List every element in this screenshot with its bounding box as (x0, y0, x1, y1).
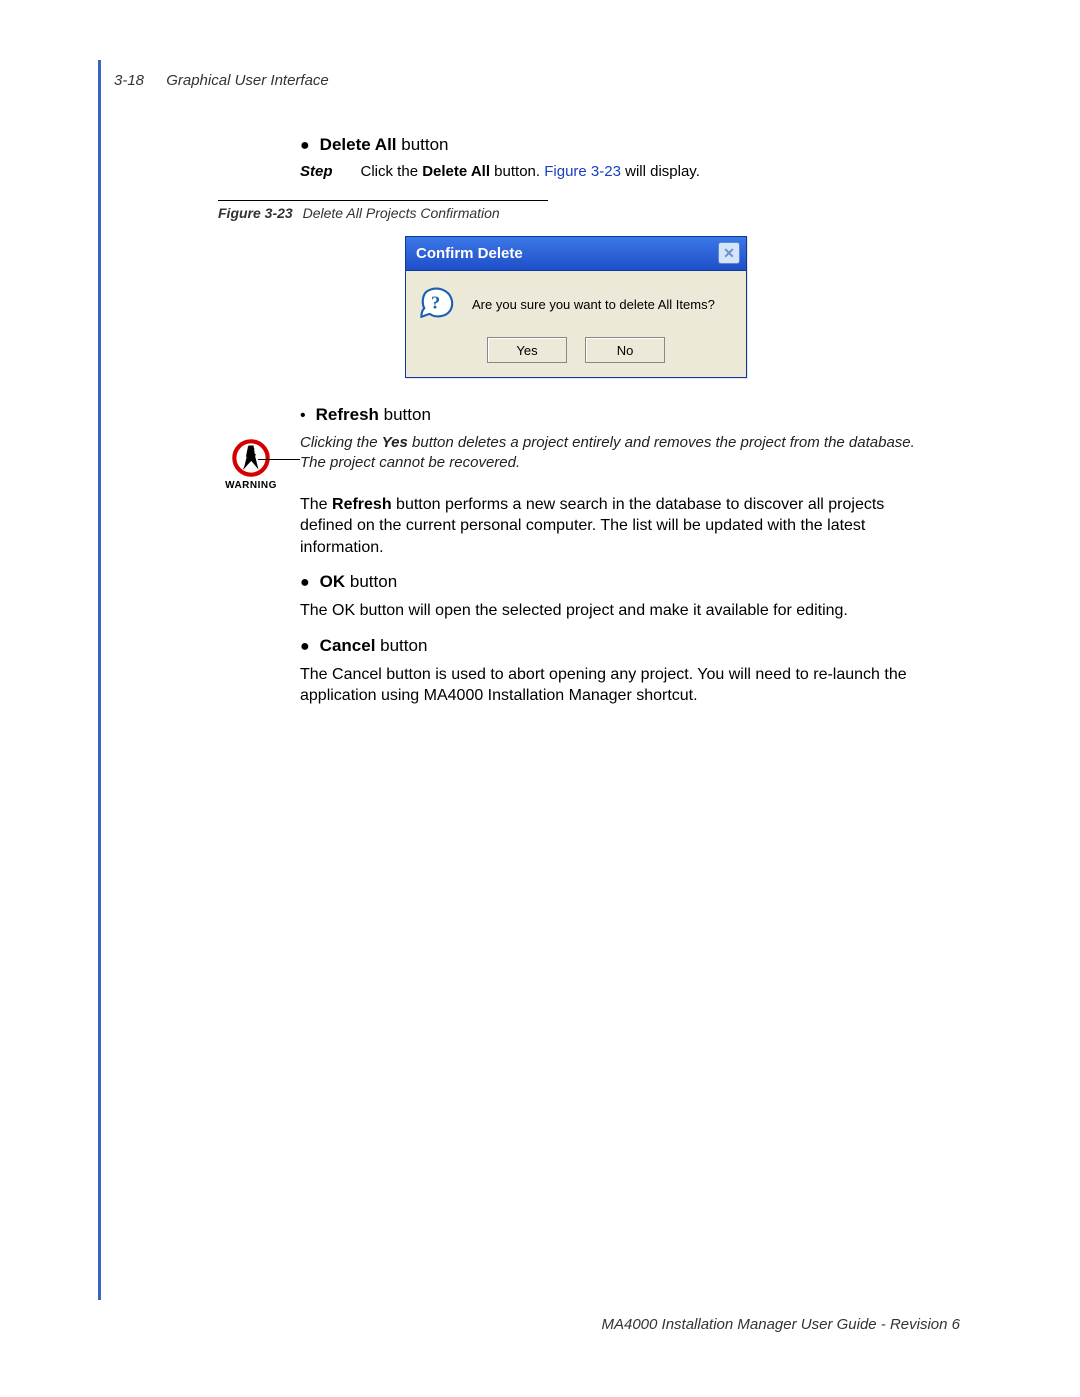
dialog-button-row: Yes No (406, 331, 746, 377)
dialog-titlebar: Confirm Delete ✕ (406, 237, 746, 271)
bullet-cancel: ● Cancel button (300, 636, 940, 656)
step-row: Step Click the Delete All button. Figure… (300, 163, 960, 180)
bullet-dot-icon: ● (300, 639, 310, 655)
delete-all-section: ● Delete All button Step Click the Delet… (300, 135, 960, 196)
warning-text: Clicking the Yes button deletes a projec… (300, 433, 940, 474)
delete-all-label: Delete All (320, 135, 397, 154)
section-title: Graphical User Interface (166, 72, 329, 89)
step-label: Step (300, 163, 333, 180)
dialog-title-text: Confirm Delete (416, 245, 523, 262)
bullet-dot-icon: ● (300, 138, 310, 154)
warning-icon (231, 438, 271, 478)
warning-connector-line (258, 459, 300, 460)
document-page: 3-18 Graphical User Interface ● Delete A… (0, 0, 1080, 1397)
confirm-delete-dialog: Confirm Delete ✕ ? Are you sure you want… (405, 236, 747, 378)
figure-rule (218, 200, 548, 201)
ok-suffix: button (345, 572, 397, 591)
no-button[interactable]: No (585, 337, 665, 363)
refresh-suffix: button (379, 405, 431, 424)
yes-button[interactable]: Yes (487, 337, 567, 363)
bullet-delete-all: ● Delete All button (300, 135, 960, 155)
post-dialog-section: • Refresh button Clicking the Yes button… (300, 405, 940, 721)
bullet-ok: ● OK button (300, 572, 940, 592)
figure-number: Figure 3-23 (218, 205, 293, 221)
figure-caption-text: Delete All Projects Confirmation (303, 205, 500, 221)
warning-label: WARNING (216, 480, 286, 491)
bullet-refresh: • Refresh button (300, 405, 940, 425)
figure-caption-area: Figure 3-23 Delete All Projects Confirma… (218, 200, 558, 221)
delete-all-suffix: button (397, 135, 449, 154)
bullet-dot-icon: • (300, 408, 306, 424)
warning-icon-group: WARNING (216, 438, 286, 491)
cancel-paragraph: The Cancel button is used to abort openi… (300, 664, 940, 707)
close-button[interactable]: ✕ (718, 242, 740, 264)
svg-text:?: ? (431, 292, 440, 312)
ok-label: OK (320, 572, 346, 591)
page-number: 3-18 (114, 72, 144, 89)
margin-rule (98, 60, 101, 1300)
page-header: 3-18 Graphical User Interface (114, 72, 329, 89)
close-icon: ✕ (723, 246, 735, 260)
refresh-paragraph: The Refresh button performs a new search… (300, 494, 940, 559)
ok-paragraph: The OK button will open the selected pro… (300, 600, 940, 622)
dialog-body: ? Are you sure you want to delete All It… (406, 271, 746, 331)
figure-caption: Figure 3-23 Delete All Projects Confirma… (218, 205, 558, 221)
bullet-dot-icon: ● (300, 575, 310, 591)
figure-link[interactable]: Figure 3-23 (544, 163, 621, 180)
cancel-suffix: button (375, 636, 427, 655)
question-icon: ? (420, 287, 454, 321)
step-text: Click the Delete All button. Figure 3-23… (361, 163, 700, 180)
cancel-label: Cancel (320, 636, 376, 655)
refresh-label: Refresh (316, 405, 379, 424)
confirm-delete-dialog-wrap: Confirm Delete ✕ ? Are you sure you want… (405, 236, 747, 378)
dialog-message: Are you sure you want to delete All Item… (472, 297, 715, 312)
page-footer: MA4000 Installation Manager User Guide -… (601, 1316, 960, 1333)
